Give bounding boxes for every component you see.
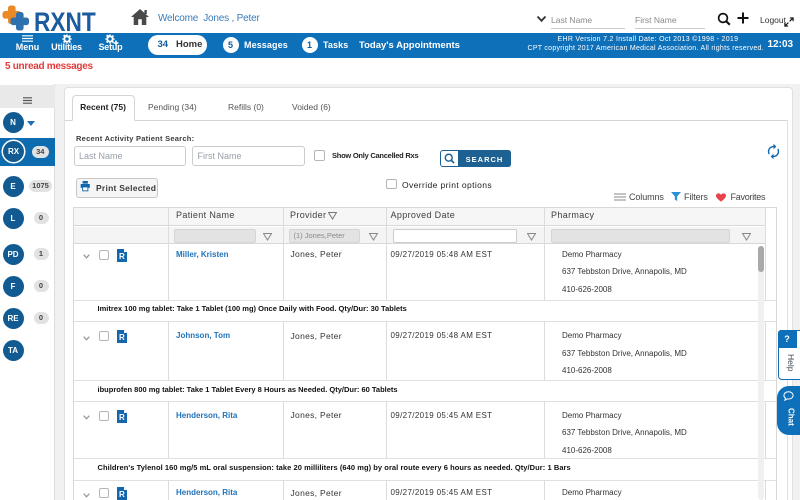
svg-text:R: R	[119, 490, 125, 499]
svg-text:R: R	[119, 413, 125, 422]
svg-text:R: R	[119, 252, 125, 261]
svg-text:R: R	[119, 333, 125, 342]
